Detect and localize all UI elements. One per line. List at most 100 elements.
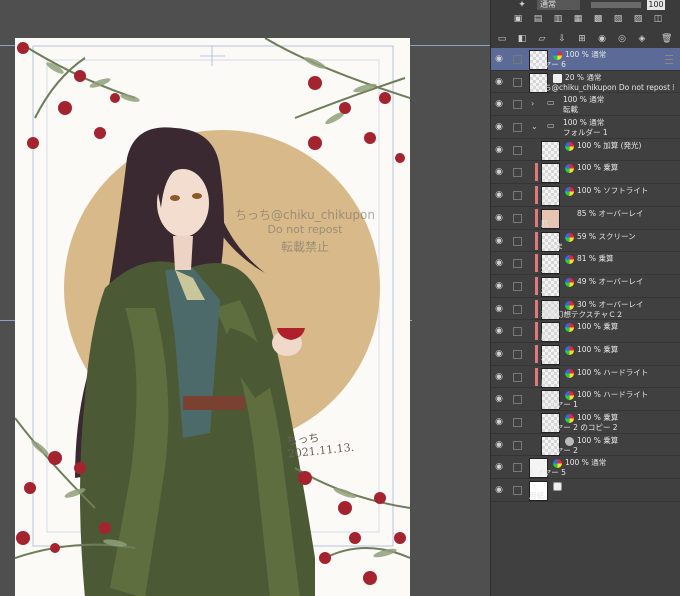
visibility-eye-icon[interactable]: ◉ <box>494 349 504 359</box>
visibility-eye-icon[interactable]: ◉ <box>494 77 504 87</box>
layer-lock-checkbox[interactable] <box>513 486 522 496</box>
visibility-eye-icon[interactable]: ◉ <box>494 281 504 291</box>
draft-layer-icon[interactable]: ▦ <box>573 14 583 24</box>
layer-lock-checkbox[interactable] <box>513 100 522 110</box>
layer-row[interactable]: ◉ › ▭ 100 % 通常 転載 <box>491 93 680 117</box>
layer-lock-checkbox[interactable] <box>513 55 522 64</box>
lock-layer-icon[interactable]: ▩ <box>593 14 603 24</box>
reference-layer-icon[interactable]: ▤ <box>533 14 543 24</box>
new-raster-layer-icon[interactable]: ▭ <box>497 34 507 44</box>
layer-name: 服 <box>541 332 549 342</box>
delete-layer-icon[interactable]: 🗑 <box>661 34 672 44</box>
visibility-eye-icon[interactable]: ◉ <box>494 54 504 64</box>
visibility-eye-icon[interactable]: ◉ <box>494 440 504 450</box>
visibility-eye-icon[interactable]: ◉ <box>494 326 504 336</box>
layer-lock-checkbox[interactable] <box>513 349 522 359</box>
visibility-eye-icon[interactable]: ◉ <box>494 99 504 109</box>
layer-property-bar: ✦ 通常 100 ▣ ▤ ▥ ▦ ▩ ▧ ▨ ◫ <box>491 0 680 30</box>
clip-icon[interactable]: ▣ <box>513 14 523 24</box>
new-vector-layer-icon[interactable]: ◧ <box>517 34 527 44</box>
layer-lock-checkbox[interactable] <box>513 145 522 155</box>
layer-lock-checkbox[interactable] <box>513 236 522 246</box>
layer-row[interactable]: ◉ 49 % オーバーレイ柄 <box>491 275 680 298</box>
lock-transparent-icon[interactable]: ▥ <box>553 14 563 24</box>
merge-down-icon[interactable]: ⊞ <box>577 34 587 44</box>
layer-lock-checkbox[interactable] <box>513 281 522 291</box>
layer-lock-checkbox[interactable] <box>513 372 522 382</box>
chevron-right-icon[interactable]: › <box>531 99 534 108</box>
add-mask-icon[interactable]: ◎ <box>617 34 627 44</box>
layer-name: 目下 <box>541 196 556 206</box>
layer-name: 服下 <box>541 377 556 387</box>
visibility-eye-icon[interactable]: ◉ <box>494 485 504 495</box>
layer-row[interactable]: ◉ 81 % 乗算髪 <box>491 252 680 275</box>
layer-settings-icon[interactable]: ◫ <box>653 14 663 24</box>
opacity-value[interactable]: 100 <box>647 0 665 10</box>
layer-name: レイヤー 6 <box>529 60 566 69</box>
layer-lock-checkbox[interactable] <box>513 77 522 87</box>
visibility-eye-icon[interactable]: ◉ <box>494 145 504 155</box>
visibility-eye-icon[interactable]: ◉ <box>494 304 504 314</box>
layer-row[interactable]: ◉ 100 % 乗算 レイヤー 2 <box>491 434 680 457</box>
layer-row[interactable]: ◉ 100 % 乗算服 <box>491 320 680 343</box>
visibility-eye-icon[interactable]: ◉ <box>494 394 504 404</box>
visibility-eye-icon[interactable]: ◉ <box>494 190 504 200</box>
layer-lock-checkbox[interactable] <box>513 463 522 473</box>
layer-command-bar: ▭ ◧ ▱ ⇩ ⊞ ◉ ◎ ◈ 🗑 <box>491 30 680 49</box>
layer-name: ちっち@chiku_chikupon Do not repost 転載 <box>529 82 674 92</box>
new-folder-icon[interactable]: ▱ <box>537 34 547 44</box>
layer-lock-checkbox[interactable] <box>513 168 522 178</box>
layer-row[interactable]: ◉ 100 % 通常 レイヤー 5 <box>491 456 680 480</box>
layer-lock-checkbox[interactable] <box>513 259 522 269</box>
layer-row[interactable]: ◉ 100 % 乗算 レイヤー 2 のコピー 2 <box>491 411 680 434</box>
visibility-eye-icon[interactable]: ◉ <box>494 417 504 427</box>
layer-lock-checkbox[interactable] <box>513 123 522 133</box>
layer-lock-checkbox[interactable] <box>513 213 522 223</box>
clipping-indicator <box>535 186 538 205</box>
layer-lock-checkbox[interactable] <box>513 418 522 427</box>
layer-row[interactable]: ◉ 100 % ハードライト 服下 <box>491 366 680 389</box>
chevron-down-icon[interactable]: ⌄ <box>531 122 538 131</box>
layer-color-icon[interactable]: ▨ <box>633 14 643 24</box>
layer-row[interactable]: ◉ 85 % オーバーレイ肌 <box>491 207 680 230</box>
layer-row[interactable]: ◉ 用紙 <box>491 479 680 502</box>
apply-mask-icon[interactable]: ◈ <box>637 34 647 44</box>
layer-name: レイヤー 5 <box>529 468 566 478</box>
layer-row[interactable]: ◉ 100 % ソフトライト 目下 <box>491 184 680 207</box>
artwork-canvas[interactable]: ちっち@chiku_chikupon Do not repost 転載禁止 ちっ… <box>15 38 410 596</box>
layer-lock-checkbox[interactable] <box>513 440 522 450</box>
opacity-slider[interactable] <box>591 2 641 8</box>
layer-name: フォルダー 1 <box>563 128 608 138</box>
watermark-line: 転載禁止 <box>280 240 329 254</box>
visibility-eye-icon[interactable]: ◉ <box>494 122 504 132</box>
blend-mode-select[interactable]: 通常 <box>537 0 580 10</box>
mask-icon[interactable]: ▧ <box>613 14 623 24</box>
layer-row[interactable]: ◉ 100 % 通常 レイヤー 6 <box>491 48 680 71</box>
layer-row[interactable]: ◉ 59 % スクリーン あたま <box>491 230 680 253</box>
visibility-eye-icon[interactable]: ◉ <box>494 167 504 177</box>
visibility-eye-icon[interactable]: ◉ <box>494 258 504 268</box>
layer-menu-icon[interactable] <box>665 55 673 64</box>
layer-lock-checkbox[interactable] <box>513 304 522 314</box>
visibility-eye-icon[interactable]: ◉ <box>494 236 504 246</box>
layer-row[interactable]: ◉ 100 % 加算 (発光) テリ <box>491 139 680 162</box>
layer-row[interactable]: ◉ ⌄ ▭ 100 % 通常 フォルダー 1 <box>491 116 680 139</box>
layer-name: レイヤー 1 <box>541 400 578 410</box>
layer-row[interactable]: ◉ 100 % ハードライト レイヤー 1 <box>491 388 680 411</box>
visibility-eye-icon[interactable]: ◉ <box>494 372 504 382</box>
mask-apply-icon[interactable]: ◉ <box>597 34 607 44</box>
layer-lock-checkbox[interactable] <box>513 327 522 337</box>
layer-row[interactable]: ◉ 20 % 通常 ちっち@chiku_chikupon Do not repost… <box>491 71 680 94</box>
visibility-eye-icon[interactable]: ◉ <box>494 462 504 472</box>
canvas-area[interactable]: ちっち@chiku_chikupon Do not repost 転載禁止 ちっ… <box>0 0 490 596</box>
transfer-down-icon[interactable]: ⇩ <box>557 34 567 44</box>
layer-row[interactable]: ◉ 30 % オーバーレイ 和風幻想テクスチャＣ２ <box>491 298 680 321</box>
layer-lock-checkbox[interactable] <box>513 191 522 201</box>
layer-name: 柄 <box>541 286 549 296</box>
layer-row[interactable]: ◉ 100 % 乗算帯 <box>491 343 680 366</box>
blend-mode-icon: ✦ <box>518 0 526 10</box>
clipping-indicator <box>535 231 538 250</box>
layer-lock-checkbox[interactable] <box>513 395 522 405</box>
layer-row[interactable]: ◉ 100 % 乗算目 <box>491 161 680 185</box>
visibility-eye-icon[interactable]: ◉ <box>494 213 504 223</box>
